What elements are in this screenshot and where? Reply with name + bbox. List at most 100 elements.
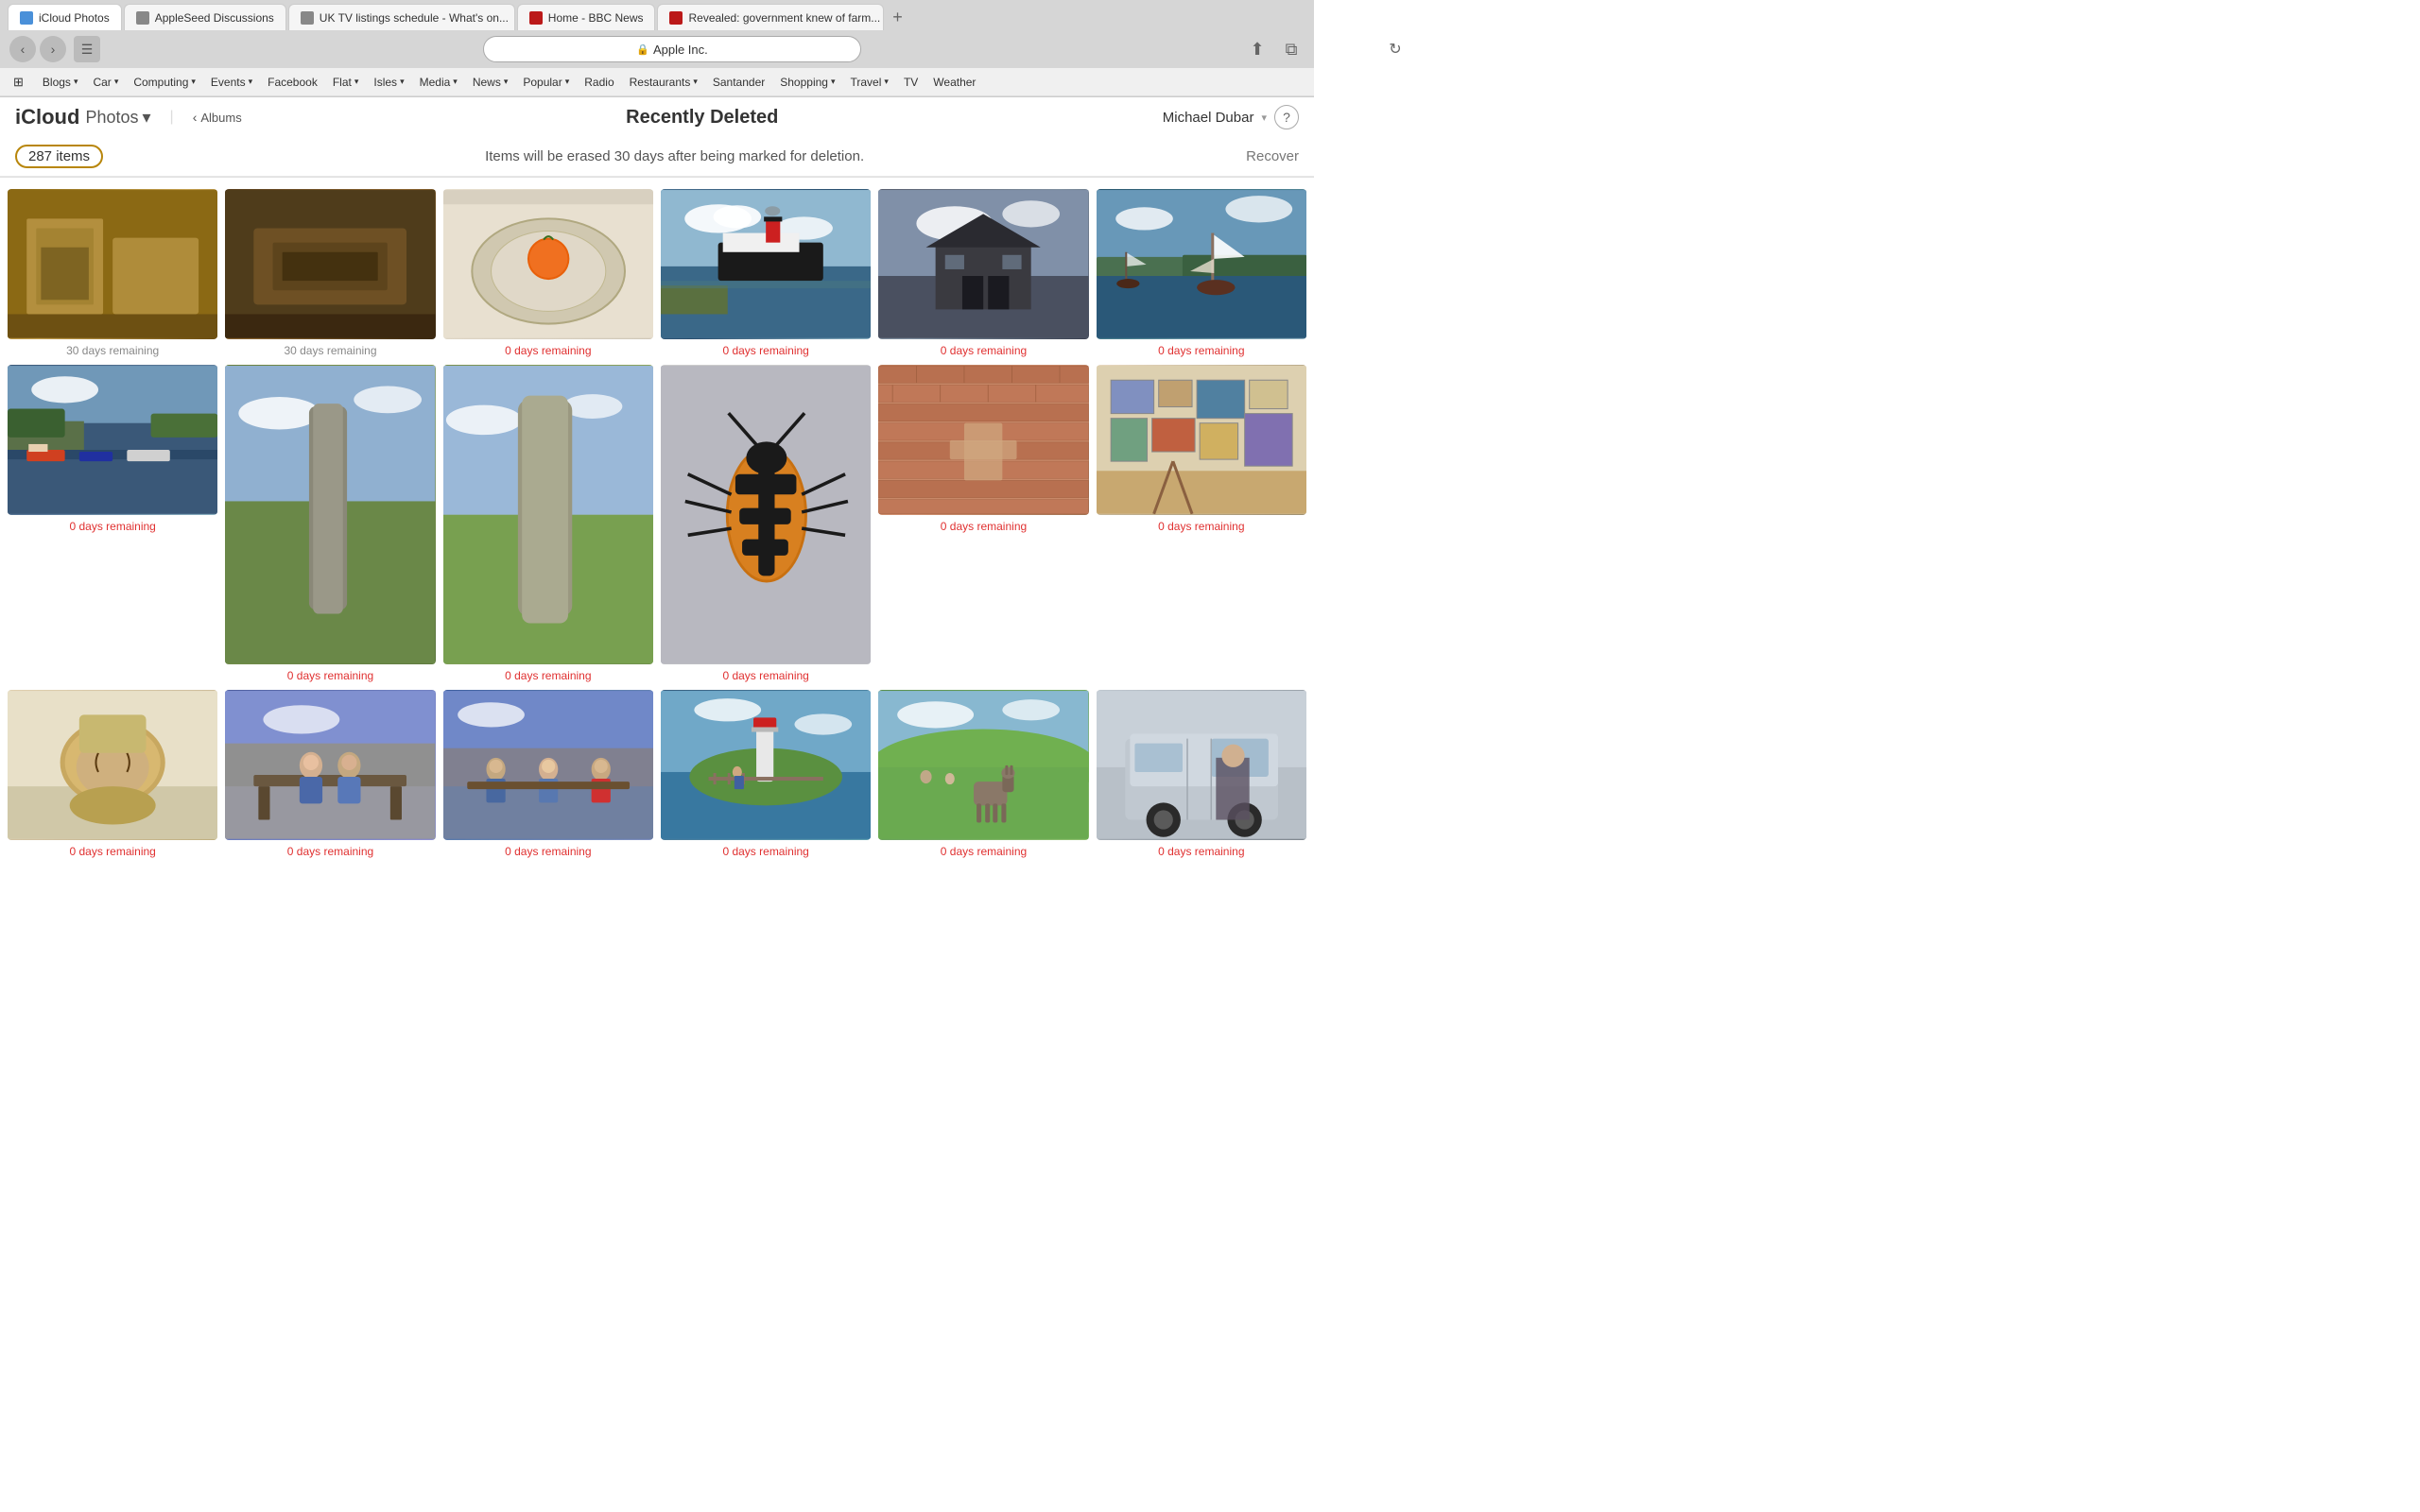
photo-label: 0 days remaining [1158,520,1244,533]
bookmark-car[interactable]: Car ▾ [85,74,126,91]
tab-tvlistings[interactable]: UK TV listings schedule - What's on... [288,4,515,30]
photo-thumb[interactable] [661,690,871,840]
photo-thumb[interactable] [1097,690,1306,840]
bookmark-travel[interactable]: Travel ▾ [843,74,896,91]
bookmark-media[interactable]: Media ▾ [412,74,465,91]
photo-thumb[interactable] [443,365,653,665]
photo-thumb[interactable] [443,189,653,339]
list-item[interactable]: 0 days remaining [225,365,435,683]
new-window-button[interactable]: ⧉ [1278,36,1305,62]
list-item[interactable]: 0 days remaining [878,690,1088,858]
tab-label-revealed: Revealed: government knew of farm... [688,11,880,25]
nav-divider: | [170,109,174,126]
list-item[interactable]: 0 days remaining [8,365,217,683]
photo-thumb[interactable] [225,690,435,840]
bookmark-isles[interactable]: Isles ▾ [366,74,411,91]
back-button[interactable]: ‹ [9,36,36,62]
new-tab-button[interactable]: + [886,6,908,28]
tab-label-icloud: iCloud Photos [39,11,110,25]
back-to-albums-button[interactable]: ‹ Albums [193,110,242,125]
bookmark-santander[interactable]: Santander [705,74,772,91]
bookmark-isles-arrow: ▾ [400,77,405,87]
photo-thumb[interactable] [878,365,1088,515]
bookmark-computing-label: Computing [133,76,188,89]
recover-button[interactable]: Recover [1246,148,1299,164]
list-item[interactable]: 0 days remaining [878,189,1088,357]
tab-favicon-revealed [669,11,683,25]
photo-thumb[interactable] [8,690,217,840]
bookmark-radio[interactable]: Radio [577,74,621,91]
photo-thumb[interactable] [878,189,1088,339]
photo-thumb[interactable] [443,690,653,840]
list-item[interactable]: 0 days remaining [1097,189,1306,357]
photo-label: 0 days remaining [941,520,1027,533]
tab-icloud-photos[interactable]: iCloud Photos [8,4,122,30]
list-item[interactable]: 0 days remaining [443,365,653,683]
tab-appleseed[interactable]: AppleSeed Discussions [124,4,286,30]
list-item[interactable]: 30 days remaining [225,189,435,357]
bookmark-popular[interactable]: Popular ▾ [515,74,577,91]
toolbar-actions: ⬆ ⧉ [1244,36,1305,62]
bookmark-restaurants-label: Restaurants [630,76,691,89]
sidebar-icon: ☰ [81,42,94,58]
address-text: Apple Inc. [653,43,708,57]
user-chevron-icon: ▾ [1261,112,1267,124]
list-item[interactable]: 0 days remaining [443,189,653,357]
tab-bbcnews[interactable]: Home - BBC News [517,4,656,30]
photos-label[interactable]: Photos ▾ [85,108,150,128]
bookmark-blogs[interactable]: Blogs ▾ [35,74,86,91]
list-item[interactable]: 0 days remaining [661,690,871,858]
bookmark-car-label: Car [93,76,111,89]
bookmark-flat[interactable]: Flat ▾ [325,74,367,91]
bookmark-shopping-arrow: ▾ [831,77,836,87]
photo-thumb[interactable] [8,365,217,515]
list-item[interactable]: 0 days remaining [1097,690,1306,858]
list-item[interactable]: 0 days remaining [661,365,871,683]
forward-button[interactable]: › [40,36,66,62]
icloud-app-header: iCloud Photos ▾ | ‹ Albums Recently Dele… [0,97,1314,178]
bookmark-news[interactable]: News ▾ [465,74,516,91]
list-item[interactable]: 0 days remaining [878,365,1088,683]
photo-thumb[interactable] [225,189,435,339]
photo-label: 30 days remaining [284,344,376,357]
tab-revealed[interactable]: Revealed: government knew of farm... [657,4,884,30]
list-item[interactable]: 30 days remaining [8,189,217,357]
photo-thumb[interactable] [878,690,1088,840]
tab-favicon-bbcnews [529,11,543,25]
address-bar[interactable]: 🔒 Apple Inc. [483,36,861,62]
list-item[interactable]: 0 days remaining [661,189,871,357]
photo-label: 0 days remaining [505,669,591,682]
sidebar-toggle-button[interactable]: ☰ [74,36,100,62]
bookmarks-grid-icon[interactable]: ⊞ [13,75,24,90]
photo-thumb[interactable] [1097,365,1306,515]
bookmark-weather[interactable]: Weather [925,74,983,91]
page-title: Recently Deleted [626,107,778,128]
share-button[interactable]: ⬆ [1244,36,1270,62]
reload-button[interactable]: ↻ [1384,38,1407,60]
icloud-wordmark: iCloud [15,105,79,129]
bookmark-events[interactable]: Events ▾ [203,74,260,91]
photo-label: 30 days remaining [66,344,159,357]
tab-favicon-icloud [20,11,33,25]
icloud-text: iCloud [15,105,79,129]
photo-thumb[interactable] [661,189,871,339]
bookmark-tv[interactable]: TV [896,74,925,91]
bookmark-computing[interactable]: Computing ▾ [126,74,203,91]
list-item[interactable]: 0 days remaining [8,690,217,858]
bookmark-shopping[interactable]: Shopping ▾ [772,74,842,91]
photo-thumb[interactable] [225,365,435,665]
bookmark-media-label: Media [420,76,451,89]
list-item[interactable]: 0 days remaining [1097,365,1306,683]
help-button[interactable]: ? [1274,105,1299,129]
bookmark-blogs-label: Blogs [43,76,71,89]
photo-thumb[interactable] [661,365,871,665]
back-chevron-icon: ‹ [193,110,198,125]
bookmark-car-arrow: ▾ [114,77,119,87]
bookmark-restaurants[interactable]: Restaurants ▾ [622,74,705,91]
photo-thumb[interactable] [1097,189,1306,339]
photo-thumb[interactable] [8,189,217,339]
photo-label: 0 days remaining [69,520,155,533]
list-item[interactable]: 0 days remaining [443,690,653,858]
list-item[interactable]: 0 days remaining [225,690,435,858]
bookmark-facebook[interactable]: Facebook [260,74,325,91]
